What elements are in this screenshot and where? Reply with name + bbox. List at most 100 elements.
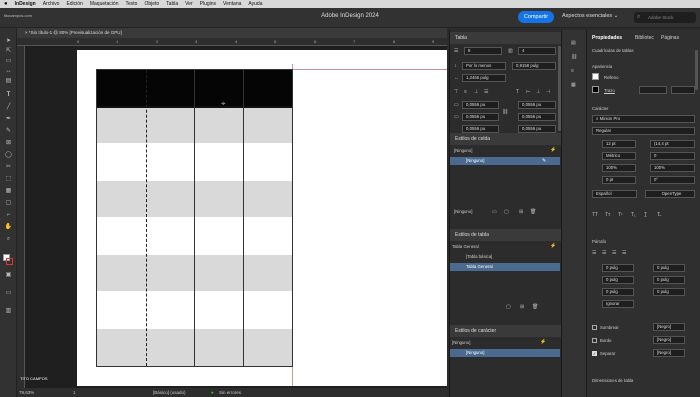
- note-tool-icon[interactable]: ▢: [4, 200, 13, 207]
- align-center-icon[interactable]: ≡: [464, 89, 467, 95]
- properties-scrollbar[interactable]: [695, 50, 698, 90]
- justify-vertical-icon[interactable]: ☰: [484, 89, 488, 95]
- menu-item-ventana[interactable]: Ventana: [223, 1, 241, 7]
- clear-overrides-icon[interactable]: ▭: [492, 209, 497, 215]
- share-button[interactable]: Compartir: [518, 11, 554, 23]
- left-indent-field[interactable]: 0 pulg: [602, 264, 634, 272]
- menu-item-objeto[interactable]: Objeto: [144, 1, 159, 7]
- line-tool-icon[interactable]: ╱: [4, 104, 13, 111]
- columns-field[interactable]: 4: [518, 47, 556, 55]
- vertical-scale-field[interactable]: 100%: [602, 164, 636, 172]
- align-right-icon[interactable]: ☰: [612, 250, 616, 256]
- type-tool-icon[interactable]: T: [4, 92, 13, 99]
- font-family-select[interactable]: ⌕ Minion Pro: [592, 115, 695, 123]
- list-item[interactable]: [Tabla básica]: [466, 254, 492, 259]
- border-checkbox[interactable]: [592, 338, 597, 343]
- table-column-line[interactable]: [194, 70, 195, 366]
- list-item[interactable]: [Ninguno]: [450, 349, 560, 357]
- swatches-icon[interactable]: ▦: [571, 82, 576, 88]
- stroke-label[interactable]: Trazo: [604, 88, 615, 93]
- gradient-tool-icon[interactable]: ▦: [4, 188, 13, 195]
- small-caps-icon[interactable]: Tт: [605, 212, 610, 218]
- baseline-shift-field[interactable]: 0 pt: [602, 176, 636, 184]
- menu-item-ver[interactable]: Ver: [185, 1, 193, 7]
- table-panel-header[interactable]: Tabla: [450, 32, 562, 44]
- menu-item-tabla[interactable]: Tabla: [166, 1, 178, 7]
- horizontal-scale-field[interactable]: 100%: [650, 164, 695, 172]
- align-center-icon[interactable]: ☰: [602, 250, 606, 256]
- text-rotate-180-icon[interactable]: ⊥: [536, 89, 540, 95]
- inset-left-field[interactable]: 0,0556 pu: [518, 101, 556, 109]
- align-top-icon[interactable]: ⊤: [454, 89, 458, 95]
- document-table[interactable]: [96, 69, 293, 367]
- font-size-field[interactable]: 12 pt: [602, 140, 636, 148]
- rows-field[interactable]: 8: [464, 47, 502, 55]
- links-icon[interactable]: ⛓: [571, 54, 577, 60]
- stroke-icon[interactable]: ≡: [571, 68, 574, 74]
- menu-item-archivo[interactable]: Archivo: [43, 1, 60, 7]
- subscript-icon[interactable]: T₁: [631, 212, 636, 218]
- document-tab[interactable]: × *Sin título-1 @ 80% [Previsualización …: [17, 28, 447, 38]
- menu-item-maquetacion[interactable]: Maquetación: [90, 1, 119, 7]
- align-bottom-icon[interactable]: ⊥: [474, 89, 478, 95]
- first-line-indent-field[interactable]: 0 pulg: [602, 276, 634, 284]
- new-style-icon[interactable]: ⚡: [550, 147, 556, 153]
- strikethrough-icon[interactable]: T̶: [657, 212, 660, 218]
- horizontal-ruler[interactable]: 0 1 2 3 4 5 6 7 8 9: [17, 38, 447, 46]
- content-collector-icon[interactable]: ▤: [4, 78, 13, 85]
- menu-item-edicion[interactable]: Edición: [66, 1, 82, 7]
- rectangle-frame-tool-icon[interactable]: ⊠: [4, 140, 13, 147]
- zoom-tool-icon[interactable]: ⌕: [4, 236, 13, 243]
- stroke-type-select[interactable]: [671, 86, 695, 94]
- font-style-select[interactable]: Regular: [592, 127, 695, 135]
- tracking-field[interactable]: 0: [650, 152, 695, 160]
- screen-mode-icon[interactable]: ▥: [4, 308, 13, 315]
- stroke-swatch[interactable]: [592, 86, 599, 93]
- table-column-line[interactable]: [146, 70, 147, 366]
- space-after-field[interactable]: 0 pulg: [653, 288, 685, 296]
- page-tool-icon[interactable]: ▭: [4, 58, 13, 65]
- vertical-ruler[interactable]: [17, 46, 25, 388]
- hand-tool-icon[interactable]: ✋: [4, 224, 13, 231]
- page-number[interactable]: 1: [73, 390, 76, 395]
- tab-properties[interactable]: Propiedades: [592, 35, 622, 41]
- scissors-tool-icon[interactable]: ✂: [4, 164, 13, 171]
- opentype-button[interactable]: OpenType: [645, 190, 695, 198]
- eyedropper-tool-icon[interactable]: ⌐: [4, 212, 13, 219]
- row-height-mode-select[interactable]: Por lo menos: [462, 62, 506, 70]
- new-group-icon[interactable]: ▢: [504, 209, 509, 215]
- menu-item-ayuda[interactable]: Ayuda: [248, 1, 262, 7]
- selection-tool-icon[interactable]: ➤: [4, 38, 13, 45]
- inset-right2-field[interactable]: 0,0556 pu: [518, 125, 556, 133]
- pen-tool-icon[interactable]: ✒: [4, 116, 13, 123]
- table-styles-panel-header[interactable]: Estilos de tabla: [450, 229, 562, 241]
- link-icon[interactable]: ⛓: [502, 109, 508, 115]
- preflight-status[interactable]: Sin errores: [219, 390, 241, 395]
- menu-item-plugins[interactable]: Plugins: [200, 1, 216, 7]
- normal-mode-icon[interactable]: ▭: [4, 290, 13, 297]
- table-column-line[interactable]: [243, 70, 244, 366]
- language-select[interactable]: Español: [592, 190, 637, 198]
- new-table-style-icon[interactable]: ⚡: [550, 243, 556, 249]
- grid-align-select[interactable]: Ignorar: [602, 300, 634, 308]
- text-rotate-270-icon[interactable]: ⊣: [546, 89, 550, 95]
- apple-menu-icon[interactable]: ●: [4, 1, 8, 7]
- pencil-tool-icon[interactable]: ✎: [4, 128, 13, 135]
- delete-table-style-icon[interactable]: 🗑: [532, 304, 538, 310]
- text-rotate-0-icon[interactable]: T: [516, 89, 519, 95]
- border-color-select[interactable]: [Negro]: [653, 336, 685, 344]
- layers-icon[interactable]: ▤: [571, 40, 576, 46]
- char-styles-panel-header[interactable]: Estilos de carácter: [450, 325, 562, 337]
- apply-color-icon[interactable]: ▣: [4, 272, 13, 279]
- tab-libraries[interactable]: Bibliotec: [635, 35, 654, 41]
- inset-top-field[interactable]: 0,0556 pu: [462, 101, 499, 109]
- add-style-icon[interactable]: ⊞: [519, 209, 523, 215]
- inset-bottom-field[interactable]: 0,0556 pu: [462, 113, 499, 121]
- workspace-switcher[interactable]: Aspectos esenciales ⌄: [562, 13, 618, 19]
- align-left-icon[interactable]: ☰: [592, 250, 596, 256]
- direct-selection-tool-icon[interactable]: ⇱: [4, 48, 13, 55]
- edit-style-icon[interactable]: ✎: [542, 158, 546, 164]
- ellipse-tool-icon[interactable]: ◯: [4, 152, 13, 159]
- stock-search-input[interactable]: Adobe Stock: [634, 12, 696, 23]
- right-indent-field[interactable]: 0 pulg: [653, 264, 685, 272]
